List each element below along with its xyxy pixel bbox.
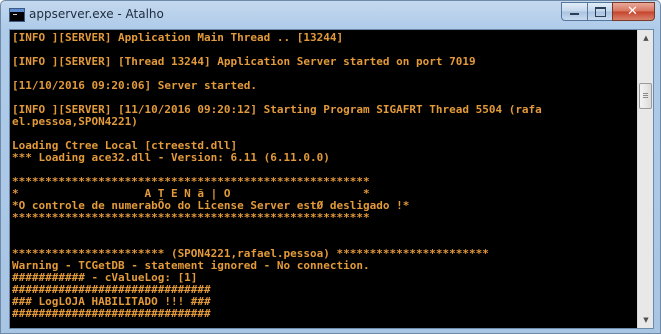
chevron-down-icon: ▼ [643,316,649,324]
maximize-icon [595,7,606,17]
scroll-thumb[interactable] [639,83,652,109]
title-bar[interactable]: appserver.exe - Atalho ✕ [1,1,660,29]
console-output: [INFO ][SERVER] Application Main Thread … [12,32,636,326]
console-line: el.pessoa,SPON4221) [12,115,138,128]
minimize-button[interactable] [561,2,587,21]
scroll-up-button[interactable]: ▲ [638,30,654,46]
thumb-grip-line [643,93,648,94]
chevron-up-icon: ▲ [643,34,649,42]
caption-buttons: ✕ [561,2,655,21]
thumb-grip-line [643,97,648,98]
close-button[interactable]: ✕ [612,2,655,21]
vertical-scrollbar[interactable]: ▲ ▼ [637,30,653,328]
console-line: [INFO ][SERVER] [Thread 13244] Applicati… [12,55,476,68]
thumb-grip-line [643,95,648,96]
scroll-down-button[interactable]: ▼ [638,312,654,328]
console-area[interactable]: [INFO ][SERVER] Application Main Thread … [9,29,654,329]
close-icon: ✕ [627,4,638,19]
console-line: [11/10/2016 09:20:06] Server started. [12,79,258,92]
minimize-icon [570,13,579,15]
window-title: appserver.exe - Atalho [29,7,164,21]
console-line: [INFO ][SERVER] Application Main Thread … [12,32,344,44]
console-line: *** Loading ace32.dll - Version: 6.11 (6… [12,151,330,164]
console-window-icon[interactable] [9,8,25,22]
console-window: appserver.exe - Atalho ✕ [INFO ][SERVER]… [0,0,661,334]
console-line: ****************************************… [12,211,370,224]
maximize-button[interactable] [587,2,612,21]
console-line: ############################## [12,307,211,320]
